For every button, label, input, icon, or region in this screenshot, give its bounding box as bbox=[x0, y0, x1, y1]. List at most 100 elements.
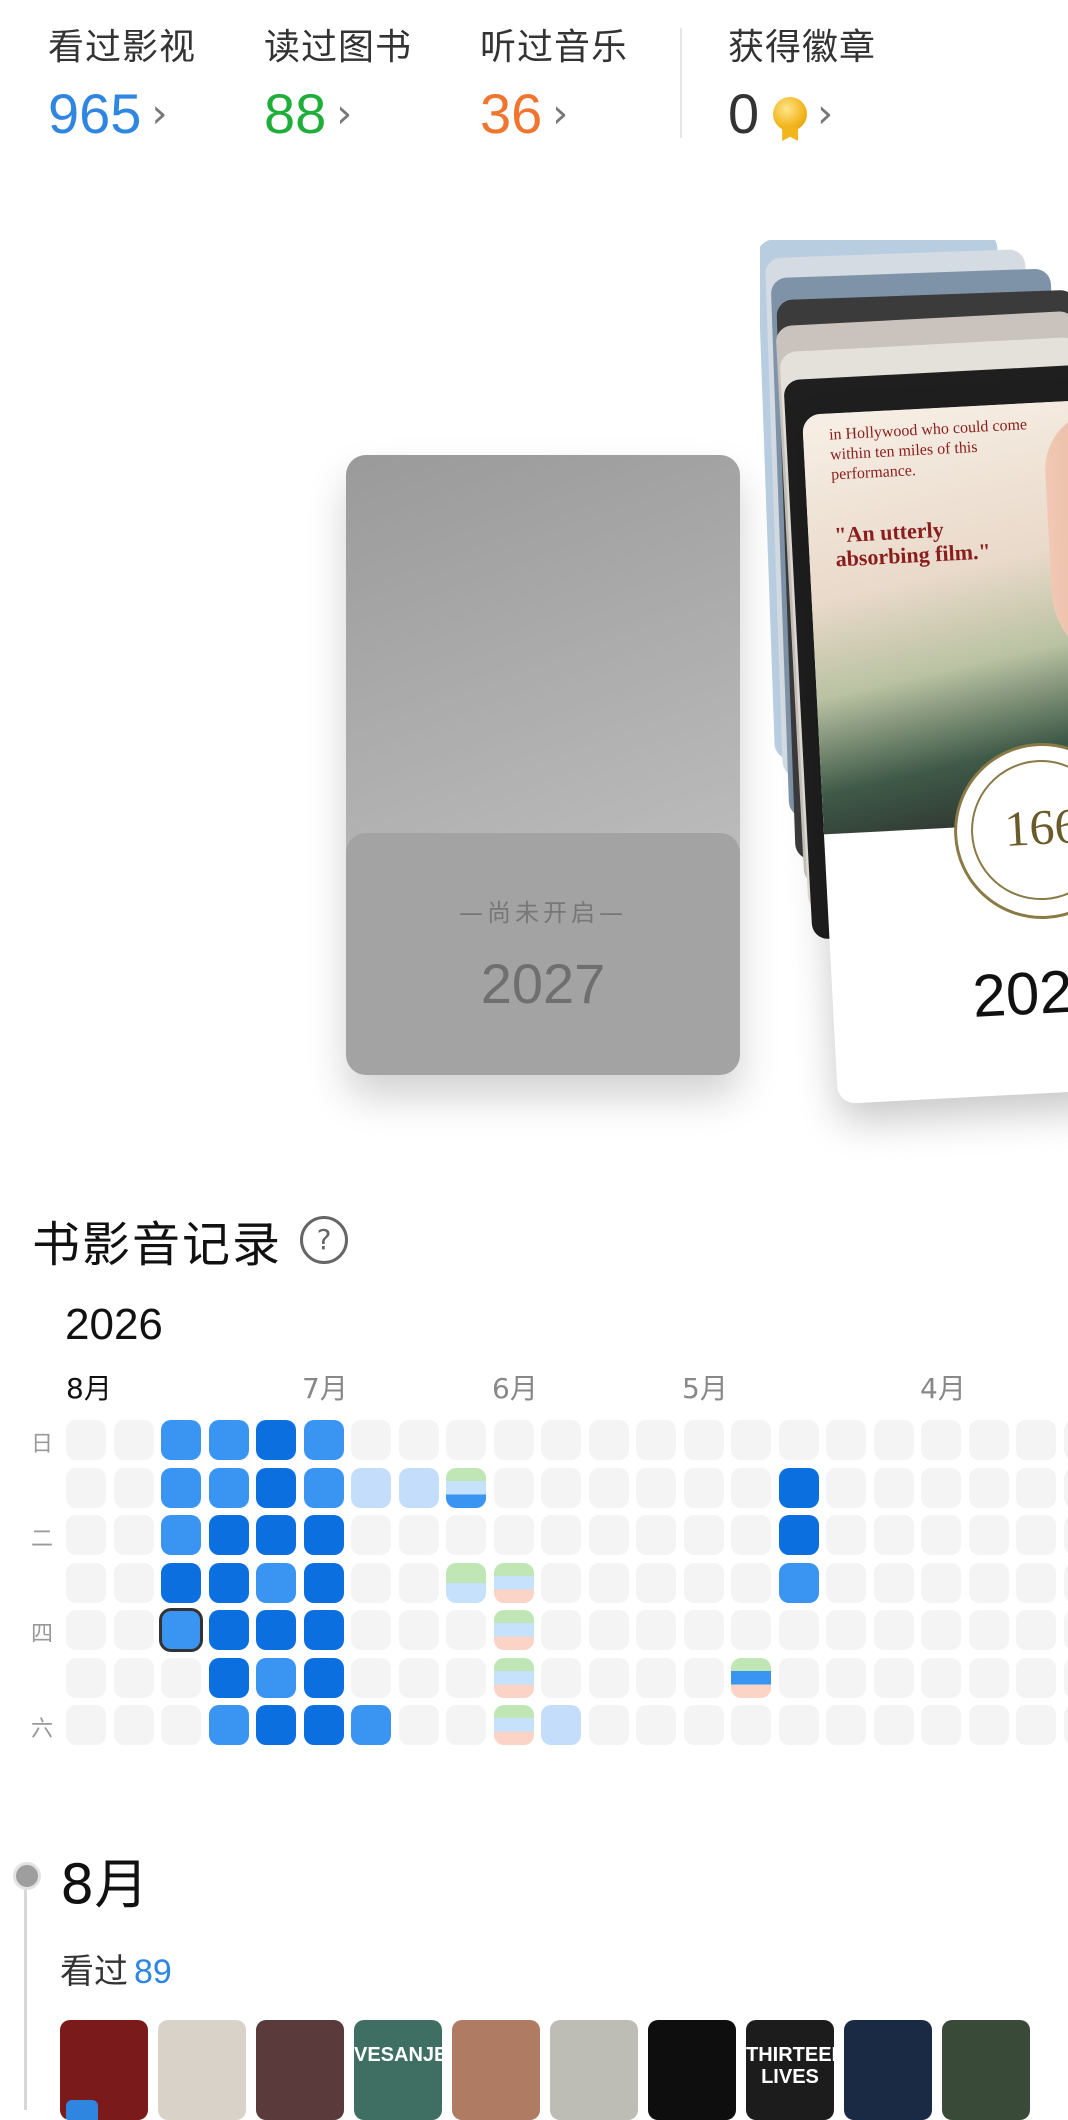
heatmap-cell[interactable] bbox=[161, 1420, 201, 1460]
heatmap-cell[interactable] bbox=[161, 1468, 201, 1508]
heatmap-cell[interactable] bbox=[161, 1705, 201, 1745]
heatmap-cell[interactable] bbox=[731, 1610, 771, 1650]
heatmap-cell[interactable] bbox=[304, 1658, 344, 1698]
heatmap-cell[interactable] bbox=[304, 1610, 344, 1650]
heatmap-cell[interactable] bbox=[256, 1515, 296, 1555]
heatmap-cell[interactable] bbox=[351, 1658, 391, 1698]
heatmap-cell[interactable] bbox=[114, 1515, 154, 1555]
heatmap-cell[interactable] bbox=[921, 1658, 961, 1698]
heatmap-cell[interactable] bbox=[636, 1705, 676, 1745]
heatmap-cell[interactable] bbox=[1016, 1420, 1056, 1460]
heatmap-cell[interactable] bbox=[304, 1468, 344, 1508]
heatmap-cell[interactable] bbox=[209, 1610, 249, 1650]
movie-thumbnail[interactable] bbox=[256, 2020, 344, 2120]
heatmap-cell[interactable] bbox=[779, 1420, 819, 1460]
heatmap-cell[interactable] bbox=[921, 1468, 961, 1508]
heatmap-cell[interactable] bbox=[446, 1563, 486, 1603]
heatmap-cell[interactable] bbox=[1064, 1420, 1068, 1460]
heatmap-cell[interactable] bbox=[161, 1515, 201, 1555]
heatmap-cell[interactable] bbox=[256, 1610, 296, 1650]
heatmap-cell[interactable] bbox=[1016, 1468, 1056, 1508]
heatmap-cell[interactable] bbox=[446, 1658, 486, 1698]
heatmap-cell[interactable] bbox=[161, 1658, 201, 1698]
heatmap-cell[interactable] bbox=[494, 1420, 534, 1460]
heatmap-cell[interactable] bbox=[589, 1515, 629, 1555]
heatmap-cell[interactable] bbox=[114, 1705, 154, 1745]
heatmap-cell[interactable] bbox=[541, 1705, 581, 1745]
heatmap-cell[interactable] bbox=[684, 1658, 724, 1698]
question-circle-icon[interactable]: ? bbox=[300, 1216, 348, 1264]
heatmap-cell[interactable] bbox=[209, 1658, 249, 1698]
heatmap-cell[interactable] bbox=[874, 1705, 914, 1745]
heatmap-cell[interactable] bbox=[779, 1658, 819, 1698]
heatmap-cell[interactable] bbox=[684, 1515, 724, 1555]
heatmap-cell[interactable] bbox=[494, 1610, 534, 1650]
heatmap-cell[interactable] bbox=[256, 1468, 296, 1508]
heatmap-cell[interactable] bbox=[826, 1420, 866, 1460]
movie-thumbnail[interactable] bbox=[158, 2020, 246, 2120]
heatmap-cell[interactable] bbox=[304, 1705, 344, 1745]
heatmap-cell[interactable] bbox=[256, 1563, 296, 1603]
heatmap-cell[interactable] bbox=[684, 1610, 724, 1650]
heatmap-cell[interactable] bbox=[636, 1420, 676, 1460]
heatmap-cell[interactable] bbox=[921, 1563, 961, 1603]
heatmap-cell[interactable] bbox=[351, 1563, 391, 1603]
heatmap-cell[interactable] bbox=[351, 1420, 391, 1460]
heatmap-cell[interactable] bbox=[494, 1468, 534, 1508]
heatmap-cell[interactable] bbox=[636, 1658, 676, 1698]
heatmap-cell[interactable] bbox=[351, 1468, 391, 1508]
heatmap-cell[interactable] bbox=[1064, 1468, 1068, 1508]
heatmap-cell[interactable] bbox=[114, 1420, 154, 1460]
annual-card-2027[interactable]: —尚未开启— 2027 bbox=[346, 455, 740, 1075]
heatmap-cell[interactable] bbox=[399, 1420, 439, 1460]
watched-summary[interactable]: 看过89 bbox=[60, 1944, 172, 1993]
heatmap-cell[interactable] bbox=[256, 1705, 296, 1745]
heatmap-cell[interactable] bbox=[874, 1515, 914, 1555]
heatmap-cell[interactable] bbox=[874, 1468, 914, 1508]
heatmap-cell[interactable] bbox=[969, 1658, 1009, 1698]
heatmap-cell[interactable] bbox=[969, 1705, 1009, 1745]
heatmap-cell[interactable] bbox=[1016, 1610, 1056, 1650]
movie-thumbnail[interactable]: THIRTEEN LIVES bbox=[746, 2020, 834, 2120]
heatmap-cell[interactable] bbox=[256, 1658, 296, 1698]
heatmap-cell[interactable] bbox=[399, 1658, 439, 1698]
movie-thumbnail[interactable] bbox=[452, 2020, 540, 2120]
heatmap-cell[interactable] bbox=[66, 1515, 106, 1555]
heatmap-cell[interactable] bbox=[304, 1563, 344, 1603]
heatmap-cell[interactable] bbox=[921, 1705, 961, 1745]
heatmap-cell[interactable] bbox=[589, 1563, 629, 1603]
heatmap-cell[interactable] bbox=[684, 1468, 724, 1508]
heatmap-cell[interactable] bbox=[684, 1420, 724, 1460]
heatmap-cell[interactable] bbox=[1064, 1515, 1068, 1555]
heatmap-cell[interactable] bbox=[779, 1468, 819, 1508]
heatmap-cell[interactable] bbox=[921, 1610, 961, 1650]
heatmap-cell[interactable] bbox=[494, 1563, 534, 1603]
heatmap-cell[interactable] bbox=[351, 1610, 391, 1650]
heatmap-cell[interactable] bbox=[969, 1610, 1009, 1650]
heatmap-cell[interactable] bbox=[874, 1420, 914, 1460]
heatmap-cell[interactable] bbox=[636, 1610, 676, 1650]
heatmap-cell[interactable] bbox=[399, 1563, 439, 1603]
heatmap-cell[interactable] bbox=[589, 1705, 629, 1745]
heatmap-cell[interactable] bbox=[731, 1563, 771, 1603]
heatmap-cell[interactable] bbox=[1016, 1515, 1056, 1555]
heatmap-cell[interactable] bbox=[494, 1705, 534, 1745]
movie-thumbnail[interactable] bbox=[942, 2020, 1030, 2120]
heatmap-cell[interactable] bbox=[541, 1658, 581, 1698]
heatmap-cell[interactable] bbox=[209, 1468, 249, 1508]
heatmap-cell[interactable] bbox=[826, 1705, 866, 1745]
heatmap-cell[interactable] bbox=[66, 1420, 106, 1460]
heatmap-cell[interactable] bbox=[684, 1563, 724, 1603]
heatmap-cell[interactable] bbox=[66, 1468, 106, 1508]
heatmap-cell[interactable] bbox=[826, 1515, 866, 1555]
heatmap-cell[interactable] bbox=[66, 1563, 106, 1603]
stat-music[interactable]: 听过音乐 36 › bbox=[480, 18, 628, 144]
heatmap-cell[interactable] bbox=[351, 1515, 391, 1555]
heatmap-cell[interactable] bbox=[779, 1515, 819, 1555]
heatmap-cell[interactable] bbox=[589, 1420, 629, 1460]
heatmap-cell[interactable] bbox=[636, 1468, 676, 1508]
heatmap-cell[interactable] bbox=[541, 1563, 581, 1603]
heatmap-cell[interactable] bbox=[589, 1610, 629, 1650]
heatmap-cell[interactable] bbox=[446, 1420, 486, 1460]
heatmap-cell[interactable] bbox=[114, 1658, 154, 1698]
